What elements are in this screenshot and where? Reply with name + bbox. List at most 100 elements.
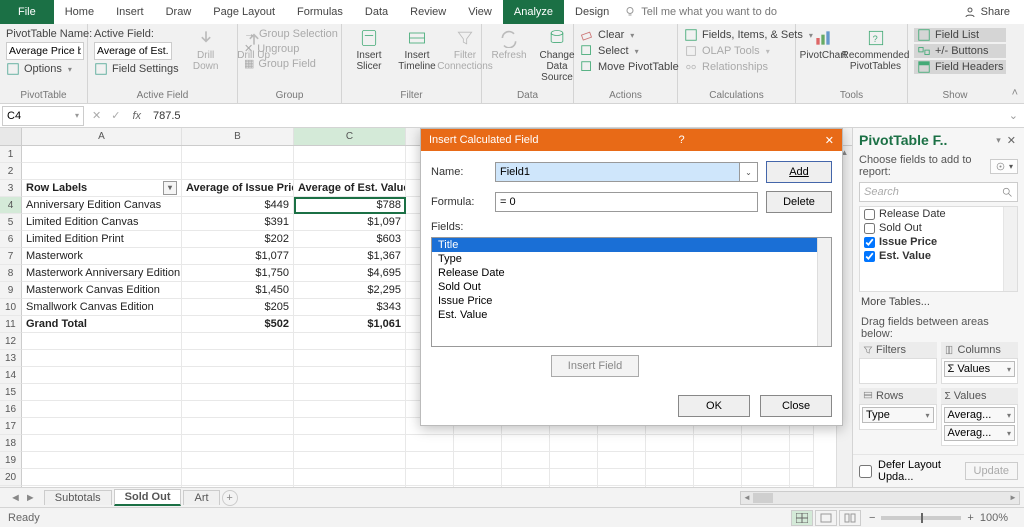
cell[interactable]: $1,097 (294, 214, 406, 231)
fieldlist-scrollbar[interactable] (1003, 207, 1017, 291)
list-item[interactable]: Type (432, 252, 831, 266)
row-header[interactable]: 9 (0, 282, 22, 299)
cell[interactable] (454, 435, 502, 452)
cell[interactable] (550, 486, 598, 487)
tab-page-layout[interactable]: Page Layout (202, 0, 286, 24)
clear-button[interactable]: Clear▾ (580, 28, 679, 42)
cell[interactable]: $1,061 (294, 316, 406, 333)
cell[interactable] (182, 469, 294, 486)
cell[interactable] (598, 469, 646, 486)
col-header-a[interactable]: A (22, 128, 182, 145)
listbox-scrollbar[interactable] (817, 238, 831, 346)
tell-me-search[interactable]: Tell me what you want to do (624, 6, 777, 18)
dialog-close-button-footer[interactable]: Close (760, 395, 832, 417)
row-header[interactable]: 21 (0, 486, 22, 487)
zoom-in-button[interactable]: + (967, 512, 973, 524)
refresh-button[interactable]: Refresh (488, 28, 530, 90)
cell[interactable] (294, 452, 406, 469)
cell[interactable] (182, 418, 294, 435)
cell[interactable]: Anniversary Edition Canvas (22, 197, 182, 214)
tab-analyze[interactable]: Analyze (503, 0, 564, 24)
row-header[interactable]: 6 (0, 231, 22, 248)
list-item[interactable]: Release Date (432, 266, 831, 280)
cell[interactable] (742, 486, 790, 487)
cell[interactable] (406, 452, 454, 469)
cell[interactable] (22, 163, 182, 180)
cell[interactable] (182, 367, 294, 384)
row-header[interactable]: 19 (0, 452, 22, 469)
tab-design[interactable]: Design (564, 0, 620, 24)
cell[interactable] (182, 435, 294, 452)
cell[interactable]: $1,450 (182, 282, 294, 299)
group-selection-button[interactable]: →Group Selection (244, 28, 338, 40)
cell[interactable] (182, 401, 294, 418)
cell[interactable]: $4,695 (294, 265, 406, 282)
cell[interactable] (294, 367, 406, 384)
cell[interactable] (182, 333, 294, 350)
cell[interactable] (406, 469, 454, 486)
cell[interactable]: Grand Total (22, 316, 182, 333)
row-header[interactable]: 2 (0, 163, 22, 180)
cell[interactable] (454, 469, 502, 486)
cell[interactable] (182, 350, 294, 367)
collapse-ribbon-button[interactable]: ˄ (1012, 87, 1018, 99)
row-header[interactable]: 10 (0, 299, 22, 316)
defer-layout-checkbox[interactable] (859, 465, 872, 478)
cell[interactable] (294, 435, 406, 452)
dialog-insert-field-button[interactable]: Insert Field (551, 355, 639, 377)
area-chip[interactable]: Averag...▾ (944, 407, 1016, 423)
cell[interactable] (182, 146, 294, 163)
cell[interactable]: $502 (182, 316, 294, 333)
cell[interactable]: Masterwork (22, 248, 182, 265)
cell[interactable]: $205 (182, 299, 294, 316)
cell[interactable] (694, 435, 742, 452)
change-data-source-button[interactable]: Change Data Source (536, 28, 578, 90)
cell[interactable] (182, 384, 294, 401)
more-tables-link[interactable]: More Tables... (853, 294, 1024, 310)
cell[interactable] (550, 452, 598, 469)
cell[interactable] (182, 163, 294, 180)
fieldpane-layout-button[interactable]: ▾ (990, 159, 1018, 174)
field-item[interactable]: Issue Price (860, 235, 1017, 249)
cell[interactable] (646, 486, 694, 487)
cell[interactable]: $1,367 (294, 248, 406, 265)
field-item[interactable]: Sold Out (860, 221, 1017, 235)
insert-timeline-button[interactable]: Insert Timeline (396, 28, 438, 90)
drill-down-button[interactable]: Drill Down (185, 28, 227, 90)
area-values[interactable]: ΣValues Averag...▾ Averag...▾ (941, 388, 1019, 446)
col-header-c[interactable]: C (294, 128, 406, 145)
cell[interactable] (646, 452, 694, 469)
cell[interactable] (294, 418, 406, 435)
field-item[interactable]: Est. Value (860, 249, 1017, 263)
add-sheet-button[interactable]: + (222, 490, 238, 506)
pivottable-options-button[interactable]: Options▾ (6, 62, 92, 76)
cell[interactable]: Limited Edition Print (22, 231, 182, 248)
cell[interactable] (22, 350, 182, 367)
cell[interactable] (502, 486, 550, 487)
cell[interactable] (406, 486, 454, 487)
row-header[interactable]: 7 (0, 248, 22, 265)
fieldpane-dropdown[interactable]: ▾ (996, 135, 1001, 146)
cell[interactable] (22, 146, 182, 163)
cell[interactable] (502, 452, 550, 469)
cell[interactable]: Row Labels▾ (22, 180, 182, 197)
cell[interactable] (598, 486, 646, 487)
dialog-add-button[interactable]: Add (766, 161, 832, 183)
formula-input[interactable]: 787.5 (147, 110, 1003, 122)
row-header[interactable]: 3 (0, 180, 22, 197)
cell[interactable]: Masterwork Anniversary Edition (22, 265, 182, 282)
cell[interactable] (294, 146, 406, 163)
olap-tools-button[interactable]: OLAP Tools▾ (684, 44, 813, 58)
expand-formula-bar-button[interactable]: ⌄ (1003, 109, 1024, 122)
cell[interactable]: $788 (294, 197, 406, 214)
row-header[interactable]: 20 (0, 469, 22, 486)
select-all-corner[interactable] (0, 128, 22, 145)
cell[interactable] (790, 435, 814, 452)
tab-draw[interactable]: Draw (155, 0, 203, 24)
cell[interactable]: $1,077 (182, 248, 294, 265)
field-checkbox[interactable] (864, 237, 875, 248)
zoom-out-button[interactable]: − (869, 512, 875, 524)
row-header[interactable]: 5 (0, 214, 22, 231)
cell[interactable] (454, 452, 502, 469)
field-item[interactable]: Release Date (860, 207, 1017, 221)
